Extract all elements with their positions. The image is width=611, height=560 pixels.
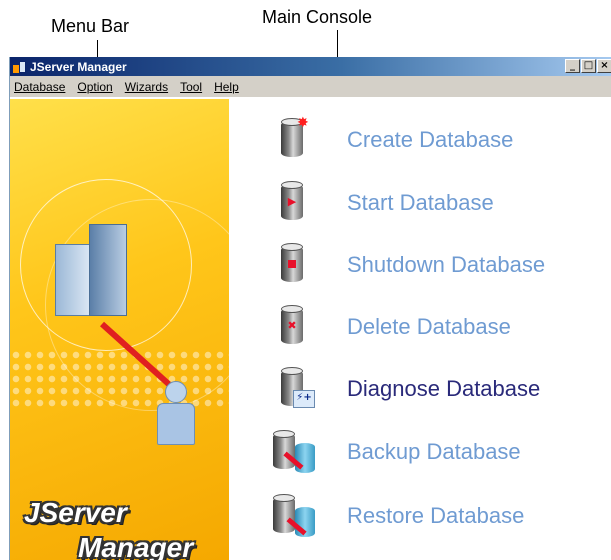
user-illustration [155, 381, 195, 451]
window-controls: _ □ × [565, 59, 611, 73]
start-database-link[interactable]: Start Database [347, 190, 494, 216]
shutdown-database-link[interactable]: Shutdown Database [347, 252, 545, 278]
menu-tool[interactable]: Tool [180, 80, 202, 94]
backup-database-link[interactable]: Backup Database [347, 439, 521, 465]
screenshot-page: Menu Bar Main Console JServer Manager _ … [0, 0, 611, 560]
restore-database-item[interactable]: Restore Database [229, 487, 611, 545]
delete-database-icon: ✖ [271, 304, 317, 350]
delete-database-link[interactable]: Delete Database [347, 314, 511, 340]
maximize-button[interactable]: □ [581, 59, 596, 73]
app-logo-icon [13, 60, 26, 73]
delete-database-item[interactable]: ✖ Delete Database [229, 298, 611, 356]
start-database-icon: ▶ [271, 180, 317, 226]
create-database-link[interactable]: Create Database [347, 127, 513, 153]
title-bar[interactable]: JServer Manager _ □ × [10, 57, 611, 76]
menu-database[interactable]: Database [14, 80, 65, 94]
server-illustration [55, 224, 135, 319]
backup-database-icon [271, 429, 317, 475]
menu-bar-annotation: Menu Bar [51, 16, 130, 36]
restore-database-icon [271, 493, 317, 539]
brand-title-line1: JServer [24, 497, 127, 528]
brand-panel: JServer Manager [10, 99, 229, 560]
main-console-annotation: Main Console [262, 7, 373, 27]
brand-title-line2: Manager [78, 532, 194, 560]
menu-help[interactable]: Help [214, 80, 239, 94]
window-title: JServer Manager [30, 59, 127, 74]
shutdown-database-item[interactable]: Shutdown Database [229, 236, 611, 294]
shutdown-database-icon [271, 242, 317, 288]
main-console: ✸ Create Database ▶ Start Database Shutd… [229, 99, 611, 560]
diagnose-database-item[interactable]: ⚡+ Diagnose Database [229, 360, 611, 418]
menu-option[interactable]: Option [77, 80, 112, 94]
create-database-icon: ✸ [271, 115, 317, 163]
create-database-item[interactable]: ✸ Create Database [229, 111, 611, 169]
menu-bar: Database Option Wizards Tool Help [10, 76, 611, 98]
decorative-dot-pattern [10, 349, 229, 409]
backup-database-item[interactable]: Backup Database [229, 423, 611, 481]
app-window: JServer Manager _ □ × Database Option Wi… [9, 57, 611, 560]
start-database-item[interactable]: ▶ Start Database [229, 174, 611, 232]
restore-database-link[interactable]: Restore Database [347, 503, 524, 529]
minimize-button[interactable]: _ [565, 59, 580, 73]
close-button[interactable]: × [597, 59, 611, 73]
diagnose-database-link[interactable]: Diagnose Database [347, 376, 540, 402]
menu-wizards[interactable]: Wizards [125, 80, 168, 94]
diagnose-database-icon: ⚡+ [271, 366, 317, 412]
